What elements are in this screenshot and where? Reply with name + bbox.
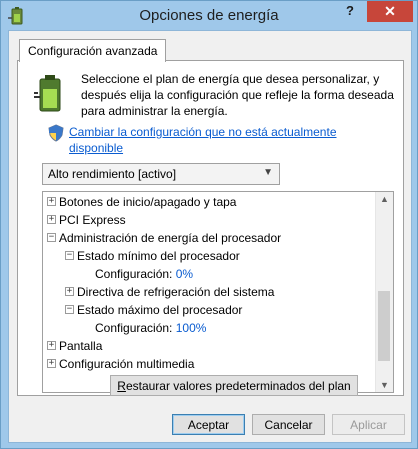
dialog-client-area: Configuración avanzada Seleccione el pla… — [8, 30, 412, 443]
max-setting-value[interactable]: 100% — [176, 321, 207, 335]
tree-item-label: Pantalla — [59, 339, 103, 353]
tree-item-label: Administración de energía del procesador — [59, 231, 282, 245]
restore-accesskey: R — [117, 379, 126, 393]
tree-item-max-processor-state[interactable]: − Estado máximo del procesador — [65, 301, 243, 319]
tree-item-display[interactable]: + Pantalla — [47, 337, 103, 355]
restore-label: estaurar valores predeterminados del pla… — [125, 379, 351, 393]
tree-item-label: Estado máximo del procesador — [77, 303, 243, 317]
close-button[interactable]: ✕ — [367, 1, 413, 22]
tree-item-label: Estado mínimo del procesador — [77, 249, 240, 263]
title-bar[interactable]: Opciones de energía ? ✕ — [1, 1, 417, 30]
dialog-window: Opciones de energía ? ✕ Configuración av… — [0, 0, 418, 449]
min-setting-value[interactable]: 0% — [176, 267, 193, 281]
cancel-button[interactable]: Cancelar — [252, 414, 325, 435]
collapse-icon[interactable]: − — [65, 251, 74, 260]
tree-item-label: Botones de inicio/apagado y tapa — [59, 195, 237, 209]
expand-icon[interactable]: + — [47, 197, 56, 206]
tree-item-power-buttons[interactable]: + Botones de inicio/apagado y tapa — [47, 193, 237, 211]
tab-panel: Seleccione el plan de energía que desea … — [17, 60, 404, 396]
restore-defaults-button[interactable]: Restaurar valores predeterminados del pl… — [110, 375, 358, 396]
scroll-thumb[interactable] — [378, 291, 390, 361]
scroll-up-arrow-icon[interactable]: ▲ — [376, 194, 393, 204]
power-plan-select-value: Alto rendimiento [activo] — [48, 167, 177, 181]
tree-item-min-processor-state[interactable]: − Estado mínimo del procesador — [65, 247, 240, 265]
apply-button[interactable]: Aplicar — [332, 414, 405, 435]
chevron-down-icon: ▼ — [263, 167, 273, 178]
setting-label: Configuración: — [95, 267, 173, 281]
scroll-down-arrow-icon[interactable]: ▼ — [376, 380, 393, 390]
tree-item-max-setting[interactable]: Configuración: 100% — [95, 319, 206, 337]
tree-scrollbar[interactable]: ▲ ▼ — [375, 192, 393, 392]
expand-icon[interactable]: + — [65, 287, 74, 296]
expand-icon[interactable]: + — [47, 341, 56, 350]
shield-icon — [48, 124, 64, 142]
expand-icon[interactable]: + — [47, 359, 56, 368]
tree-item-multimedia[interactable]: + Configuración multimedia — [47, 355, 195, 373]
help-button[interactable]: ? — [335, 1, 365, 22]
expand-icon[interactable]: + — [47, 215, 56, 224]
tree-item-processor-power[interactable]: − Administración de energía del procesad… — [47, 229, 282, 247]
power-plan-select[interactable]: Alto rendimiento [activo] ▼ — [42, 163, 280, 185]
collapse-icon[interactable]: − — [65, 305, 74, 314]
tree-item-cooling-policy[interactable]: + Directiva de refrigeración del sistema — [65, 283, 275, 301]
change-unavailable-settings-link[interactable]: Cambiar la configuración que no está act… — [69, 124, 369, 156]
setting-label: Configuración: — [95, 321, 173, 335]
tree-item-label: Directiva de refrigeración del sistema — [77, 285, 275, 299]
tab-advanced-settings[interactable]: Configuración avanzada — [19, 39, 167, 62]
battery-icon — [34, 75, 61, 112]
tree-item-label: Configuración multimedia — [59, 357, 195, 371]
tree-item-pci-express[interactable]: + PCI Express — [47, 211, 126, 229]
description-text: Seleccione el plan de energía que desea … — [81, 72, 394, 118]
collapse-icon[interactable]: − — [47, 233, 56, 242]
tree-item-label: PCI Express — [59, 213, 126, 227]
settings-tree[interactable]: + Botones de inicio/apagado y tapa + PCI… — [42, 191, 394, 393]
tree-item-min-setting[interactable]: Configuración: 0% — [95, 265, 193, 283]
ok-button[interactable]: Aceptar — [172, 414, 245, 435]
